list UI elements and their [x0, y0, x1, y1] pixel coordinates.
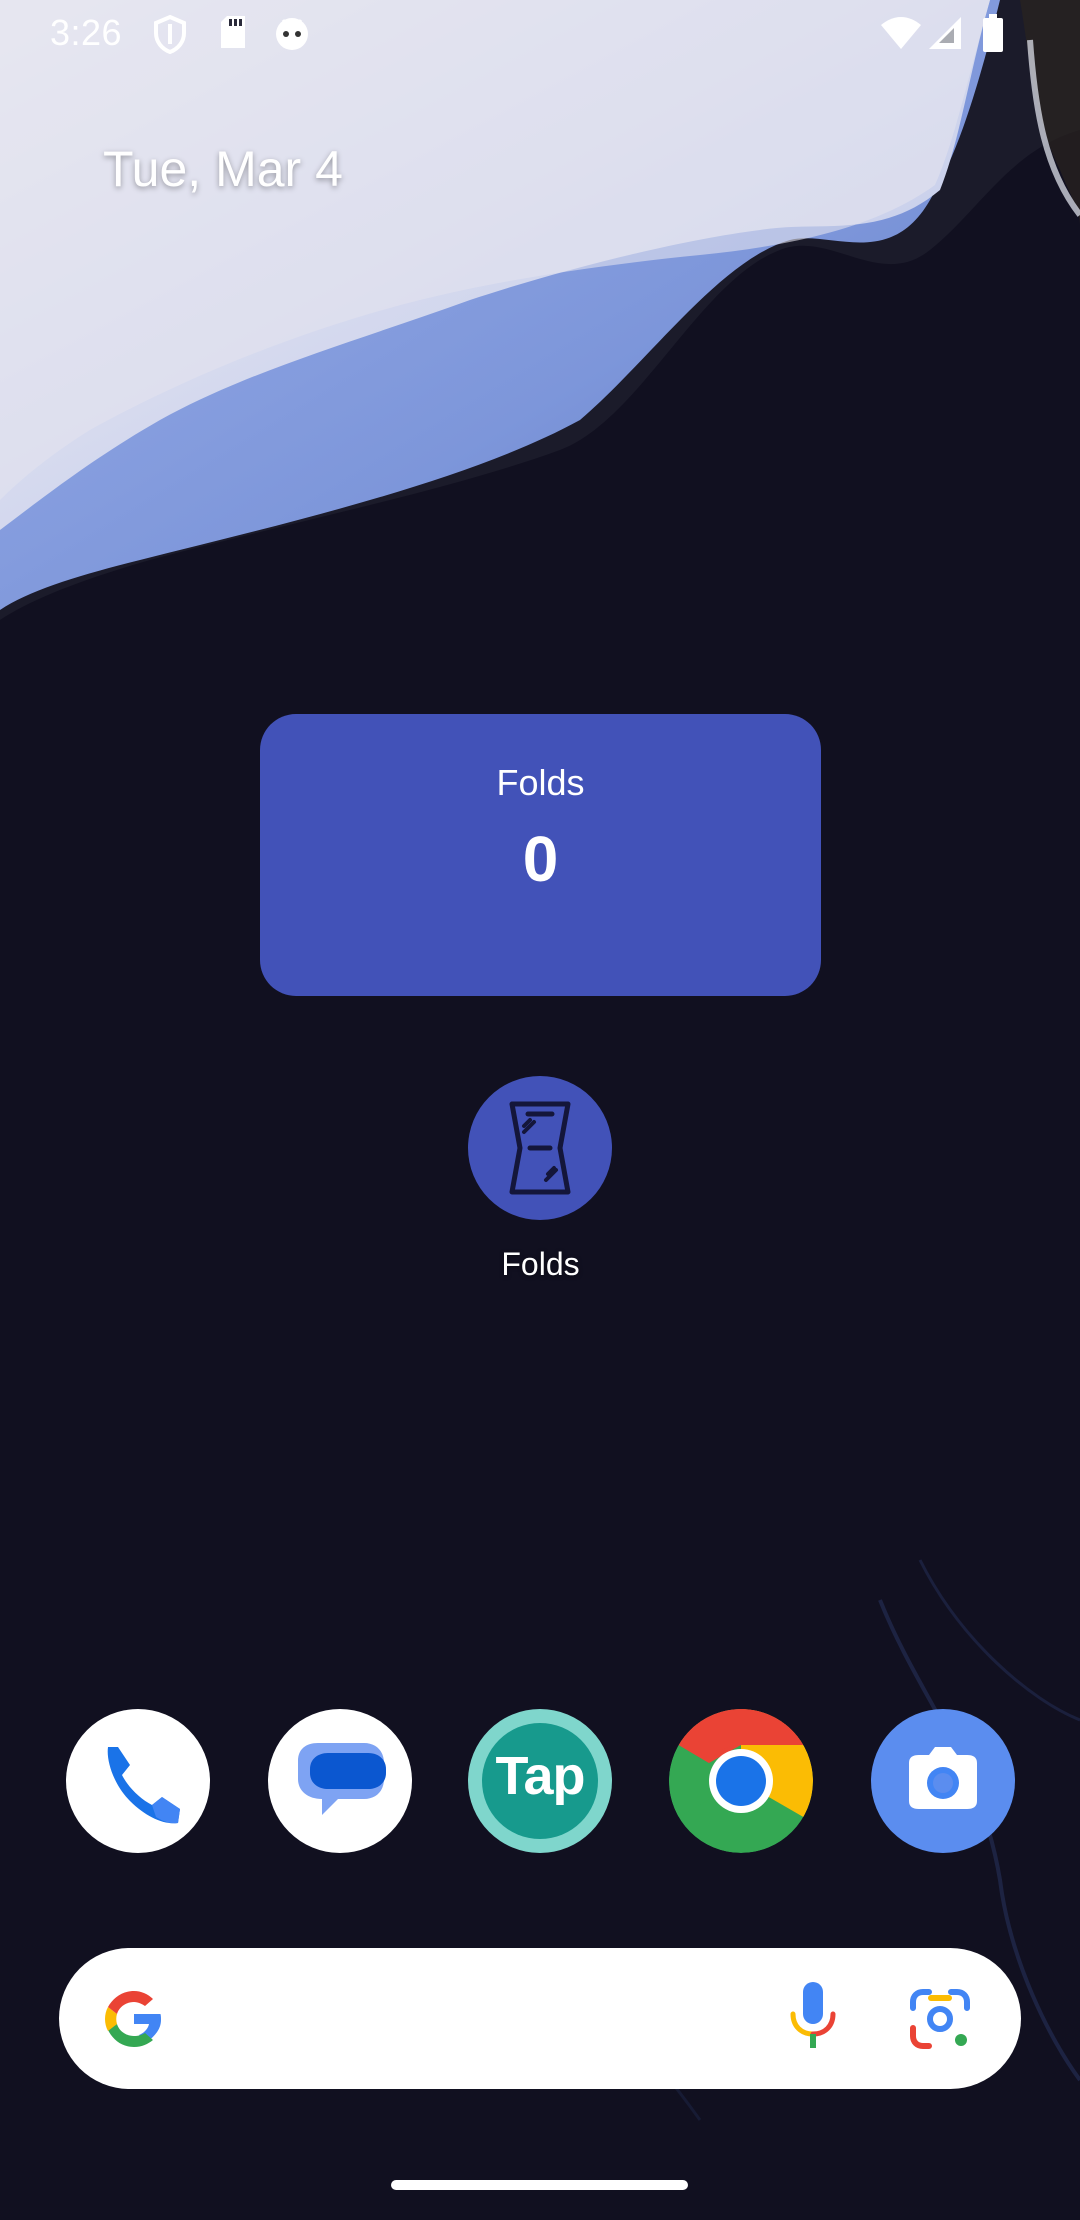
tap-app-icon[interactable]: Tap [468, 1709, 612, 1853]
sd-card-icon [221, 16, 245, 48]
camera-app-icon[interactable] [871, 1709, 1015, 1853]
status-time: 3:26 [50, 12, 123, 53]
widget-count: 0 [522, 823, 559, 895]
chrome-logo-icon [669, 1709, 813, 1853]
app-label: Folds [501, 1246, 580, 1282]
android-robot-icon [276, 18, 308, 50]
google-logo-icon [105, 1991, 161, 2047]
messages-app-icon[interactable] [268, 1709, 412, 1853]
tap-app-label: Tap [495, 1746, 586, 1806]
chrome-app-icon[interactable] [669, 1709, 813, 1853]
folds-app-icon[interactable] [468, 1076, 612, 1220]
microphone-icon[interactable] [783, 1978, 843, 2058]
phone-app-icon[interactable] [66, 1709, 210, 1853]
shield-icon [154, 14, 186, 54]
cell-signal-icon [929, 17, 961, 49]
status-bar: 3:26 [0, 0, 1080, 68]
wifi-icon [881, 17, 921, 49]
phone-handset-icon [107, 1747, 180, 1824]
camera-icon [909, 1747, 977, 1809]
app-shortcut-folds[interactable]: Folds [468, 1076, 613, 1286]
folds-widget[interactable]: Folds 0 [260, 714, 821, 996]
battery-icon [983, 14, 1003, 52]
widget-title: Folds [496, 762, 585, 803]
chat-bubble-icon [298, 1743, 386, 1815]
folded-phone-icon [509, 1101, 571, 1195]
search-bar[interactable] [59, 1948, 1021, 2089]
gesture-nav-handle[interactable] [391, 2180, 688, 2190]
google-lens-icon[interactable] [905, 1984, 975, 2054]
date-text[interactable]: Tue, Mar 4 [103, 140, 343, 198]
